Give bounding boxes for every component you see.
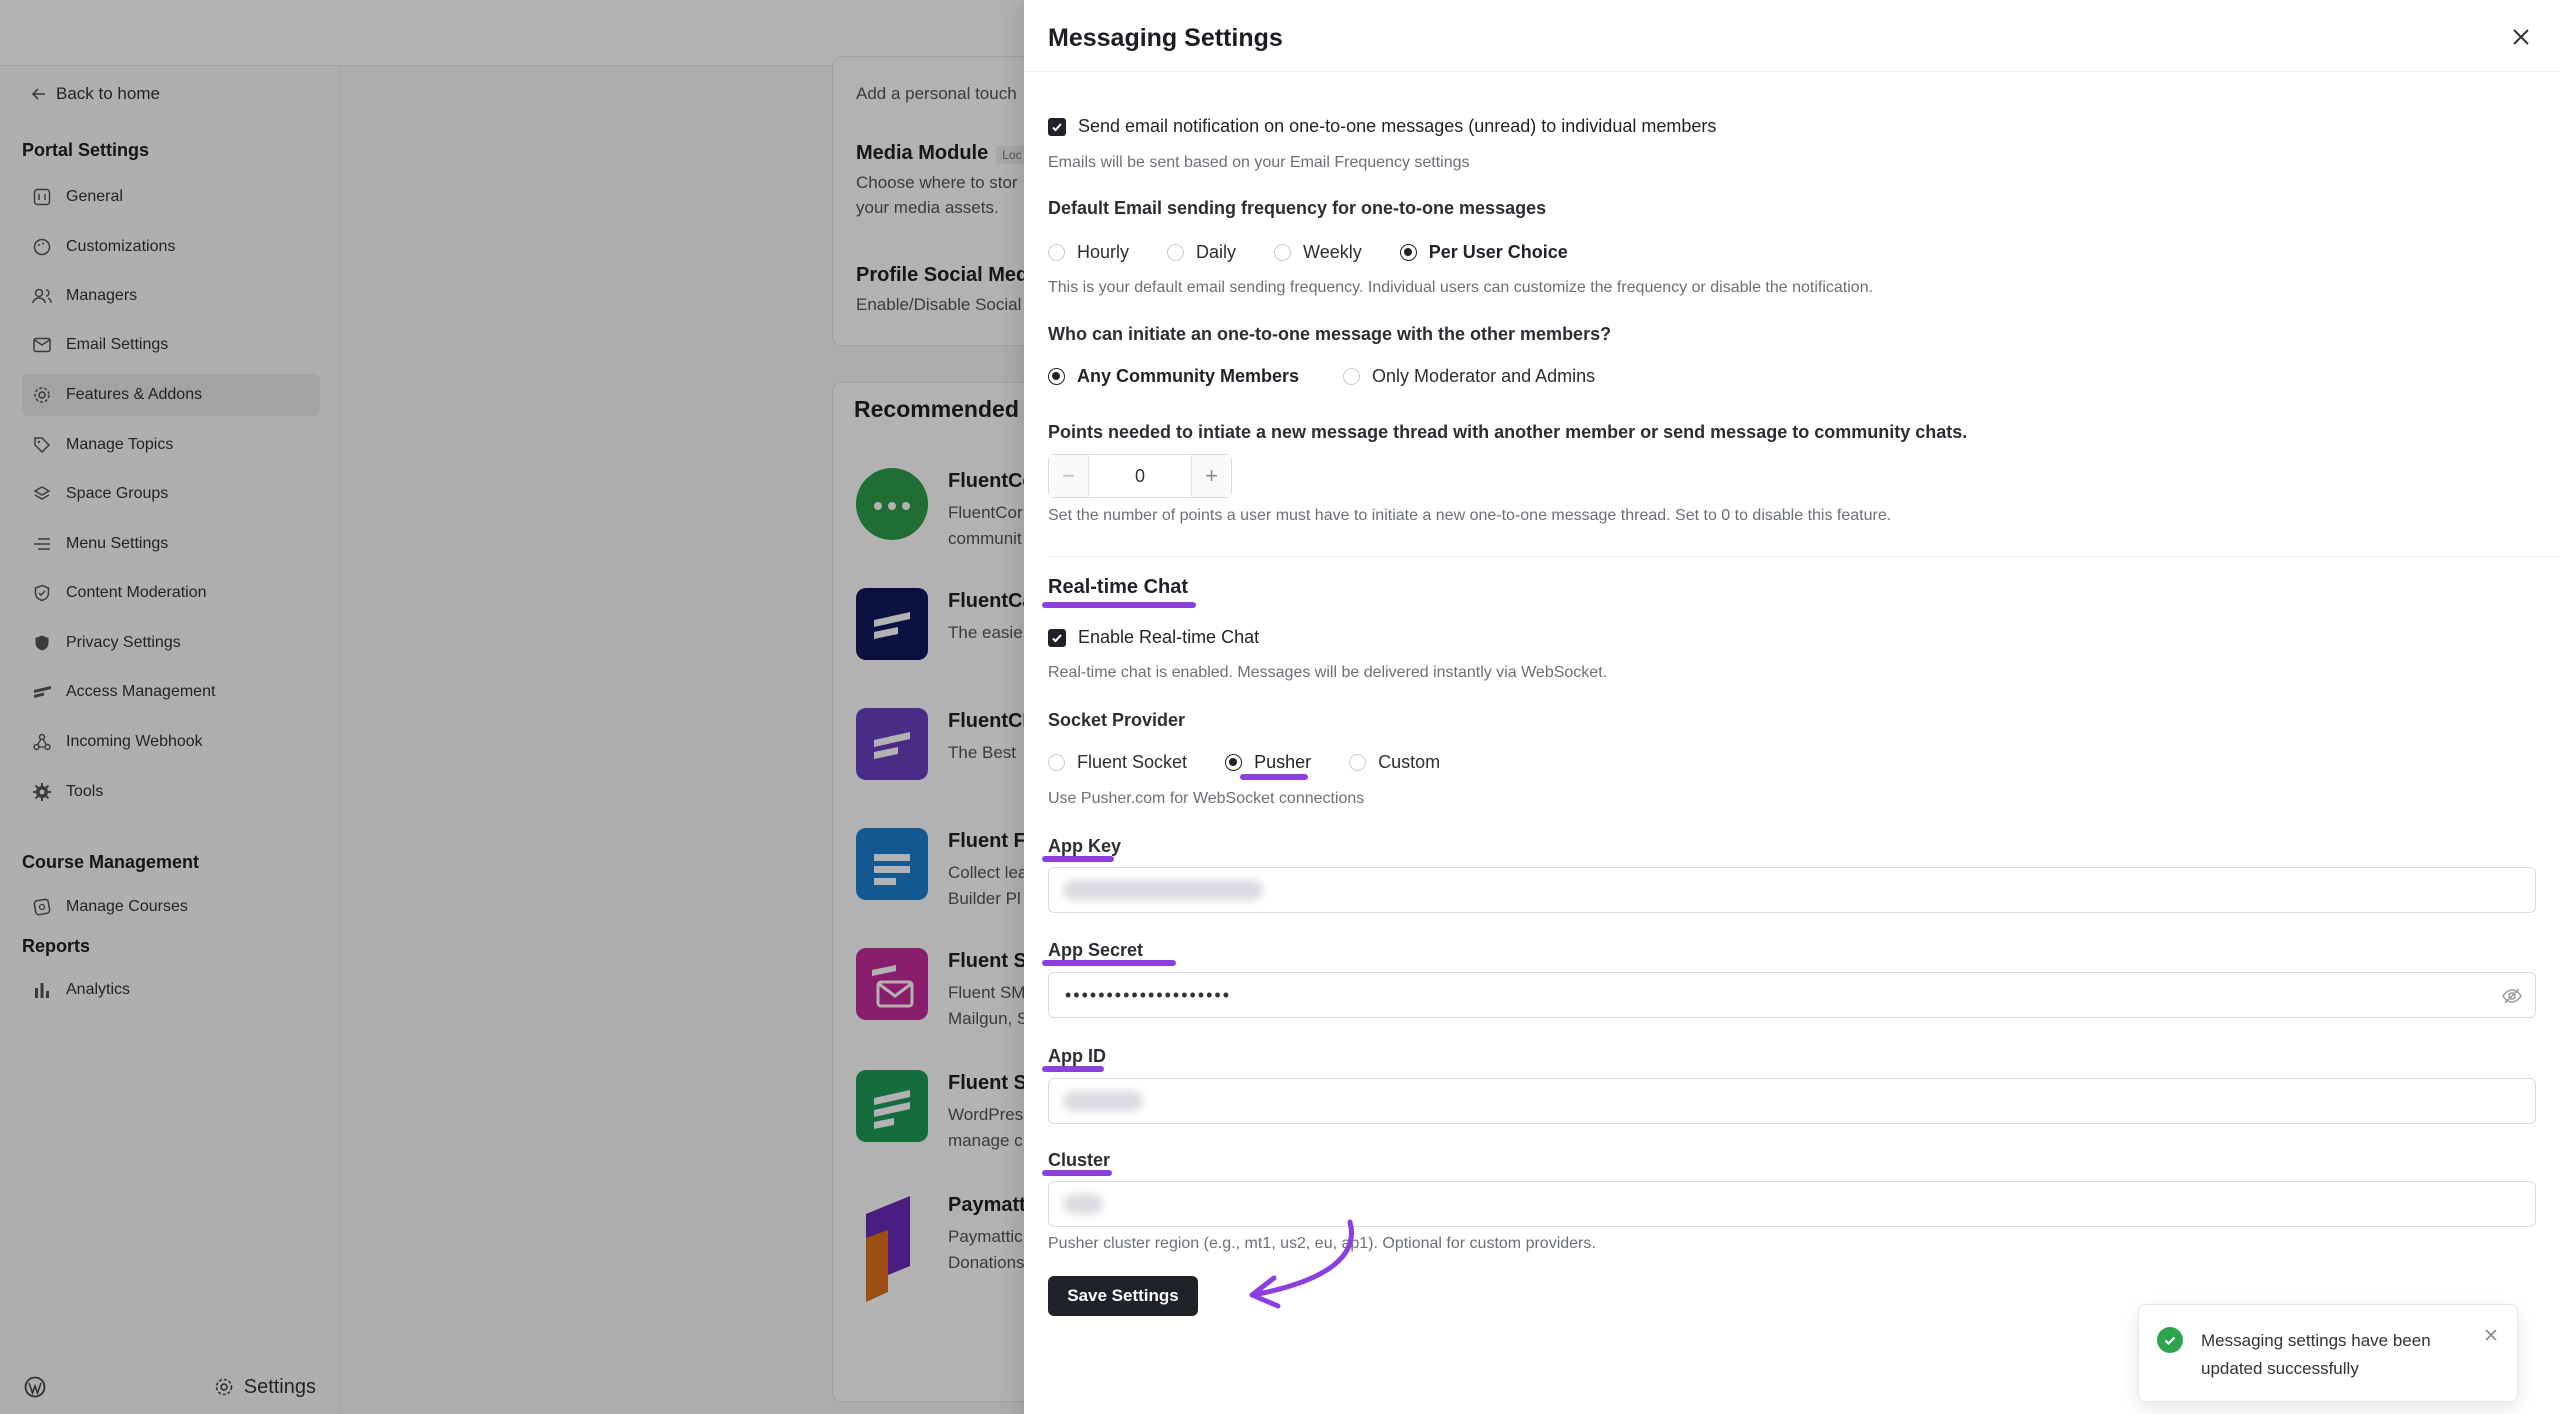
realtime-help: Real-time chat is enabled. Messages will… bbox=[1048, 664, 1608, 681]
app-id-input[interactable] bbox=[1048, 1078, 2536, 1124]
annotation-arrow bbox=[1249, 1219, 1354, 1309]
initiate-title: Who can initiate an one-to-one message w… bbox=[1048, 324, 1612, 344]
initiate-option-any-members[interactable]: Any Community Members bbox=[1048, 366, 1299, 387]
check-icon bbox=[1052, 122, 1062, 131]
email-notify-label: Send email notification on one-to-one me… bbox=[1078, 116, 1717, 136]
socket-option-fluent[interactable]: Fluent Socket bbox=[1048, 752, 1187, 773]
app-secret-value: •••••••••••••••••••• bbox=[1065, 985, 1232, 1005]
eye-off-icon[interactable] bbox=[2501, 985, 2523, 1007]
annotation-underline bbox=[1042, 1066, 1104, 1072]
section-divider bbox=[1048, 556, 2560, 557]
redacted-value bbox=[1063, 1091, 1143, 1111]
radio-button[interactable] bbox=[1225, 754, 1243, 771]
app-secret-input[interactable]: •••••••••••••••••••• bbox=[1048, 972, 2536, 1018]
radio-label: Hourly bbox=[1077, 242, 1130, 262]
radio-label: Per User Choice bbox=[1428, 242, 1568, 262]
socket-provider-title: Socket Provider bbox=[1048, 710, 1186, 730]
frequency-option-per-user-choice[interactable]: Per User Choice bbox=[1399, 242, 1568, 263]
radio-label: Weekly bbox=[1303, 242, 1362, 262]
radio-button[interactable] bbox=[1343, 368, 1361, 385]
initiate-option-moderators[interactable]: Only Moderator and Admins bbox=[1343, 366, 1595, 387]
close-button[interactable] bbox=[2506, 22, 2536, 52]
radio-label: Fluent Socket bbox=[1077, 752, 1188, 772]
email-notify-checkbox-row[interactable]: Send email notification on one-to-one me… bbox=[1048, 116, 1716, 137]
realtime-enable-checkbox-row[interactable]: Enable Real-time Chat bbox=[1048, 627, 1259, 648]
drawer-title: Messaging Settings bbox=[1048, 24, 1283, 52]
messaging-settings-drawer: Messaging Settings Send email notificati… bbox=[1024, 0, 2560, 1414]
drawer-header: Messaging Settings bbox=[1024, 0, 2560, 72]
radio-button[interactable] bbox=[1399, 244, 1417, 261]
radio-label: Pusher bbox=[1254, 752, 1312, 772]
socket-option-pusher[interactable]: Pusher bbox=[1225, 752, 1311, 773]
frequency-option-weekly[interactable]: Weekly bbox=[1274, 242, 1362, 263]
socket-help: Use Pusher.com for WebSocket connections bbox=[1048, 790, 1365, 807]
radio-label: Any Community Members bbox=[1077, 366, 1300, 386]
frequency-option-daily[interactable]: Daily bbox=[1167, 242, 1236, 263]
decrement-button[interactable]: − bbox=[1049, 455, 1089, 497]
app-key-label: App Key bbox=[1048, 836, 1122, 856]
frequency-radio-group: Hourly Daily Weekly Per User Choice bbox=[1048, 242, 1606, 263]
frequency-option-hourly[interactable]: Hourly bbox=[1048, 242, 1129, 263]
save-settings-button[interactable]: Save Settings bbox=[1048, 1276, 1198, 1316]
increment-button[interactable]: + bbox=[1191, 455, 1231, 497]
annotation-underline bbox=[1042, 602, 1196, 608]
radio-label: Custom bbox=[1378, 752, 1441, 772]
close-icon[interactable] bbox=[2483, 1327, 2499, 1343]
radio-label: Only Moderator and Admins bbox=[1372, 366, 1596, 386]
annotation-underline bbox=[1042, 1170, 1112, 1176]
radio-label: Daily bbox=[1196, 242, 1237, 262]
email-notify-checkbox[interactable] bbox=[1048, 117, 1066, 136]
toast-message: Messaging settings have been updated suc… bbox=[2201, 1331, 2431, 1379]
annotation-underline bbox=[1240, 774, 1308, 780]
socket-radio-group: Fluent Socket Pusher Custom bbox=[1048, 752, 1478, 773]
points-title: Points needed to intiate a new message t… bbox=[1048, 422, 1968, 442]
realtime-enable-label: Enable Real-time Chat bbox=[1078, 627, 1260, 647]
radio-button[interactable] bbox=[1167, 244, 1185, 261]
realtime-enable-checkbox[interactable] bbox=[1048, 628, 1066, 647]
close-icon bbox=[2513, 29, 2529, 45]
points-stepper: − 0 + bbox=[1048, 454, 1232, 498]
app-secret-label: App Secret bbox=[1048, 940, 1144, 960]
points-help: Set the number of points a user must hav… bbox=[1048, 507, 1892, 524]
cluster-label: Cluster bbox=[1048, 1150, 1111, 1170]
annotation-underline bbox=[1042, 960, 1176, 966]
success-toast: Messaging settings have been updated suc… bbox=[2138, 1304, 2518, 1402]
radio-button[interactable] bbox=[1274, 244, 1292, 261]
initiate-radio-group: Any Community Members Only Moderator and… bbox=[1048, 366, 1633, 387]
annotation-underline bbox=[1042, 856, 1114, 862]
app-id-label: App ID bbox=[1048, 1046, 1106, 1066]
frequency-help: This is your default email sending frequ… bbox=[1048, 279, 1874, 296]
check-icon bbox=[1052, 633, 1062, 642]
check-circle-icon bbox=[2157, 1327, 2183, 1353]
points-input[interactable]: 0 bbox=[1089, 466, 1191, 487]
radio-button[interactable] bbox=[1048, 754, 1065, 771]
redacted-value bbox=[1063, 1194, 1103, 1214]
radio-button[interactable] bbox=[1048, 244, 1065, 261]
socket-option-custom[interactable]: Custom bbox=[1349, 752, 1440, 773]
realtime-chat-title: Real-time Chat bbox=[1048, 576, 1189, 598]
redacted-value bbox=[1063, 880, 1263, 900]
radio-button[interactable] bbox=[1048, 368, 1065, 385]
frequency-title: Default Email sending frequency for one-… bbox=[1048, 198, 1547, 218]
radio-button[interactable] bbox=[1349, 754, 1367, 771]
app-key-input[interactable] bbox=[1048, 867, 2536, 913]
email-notify-help: Emails will be sent based on your Email … bbox=[1048, 154, 1470, 171]
